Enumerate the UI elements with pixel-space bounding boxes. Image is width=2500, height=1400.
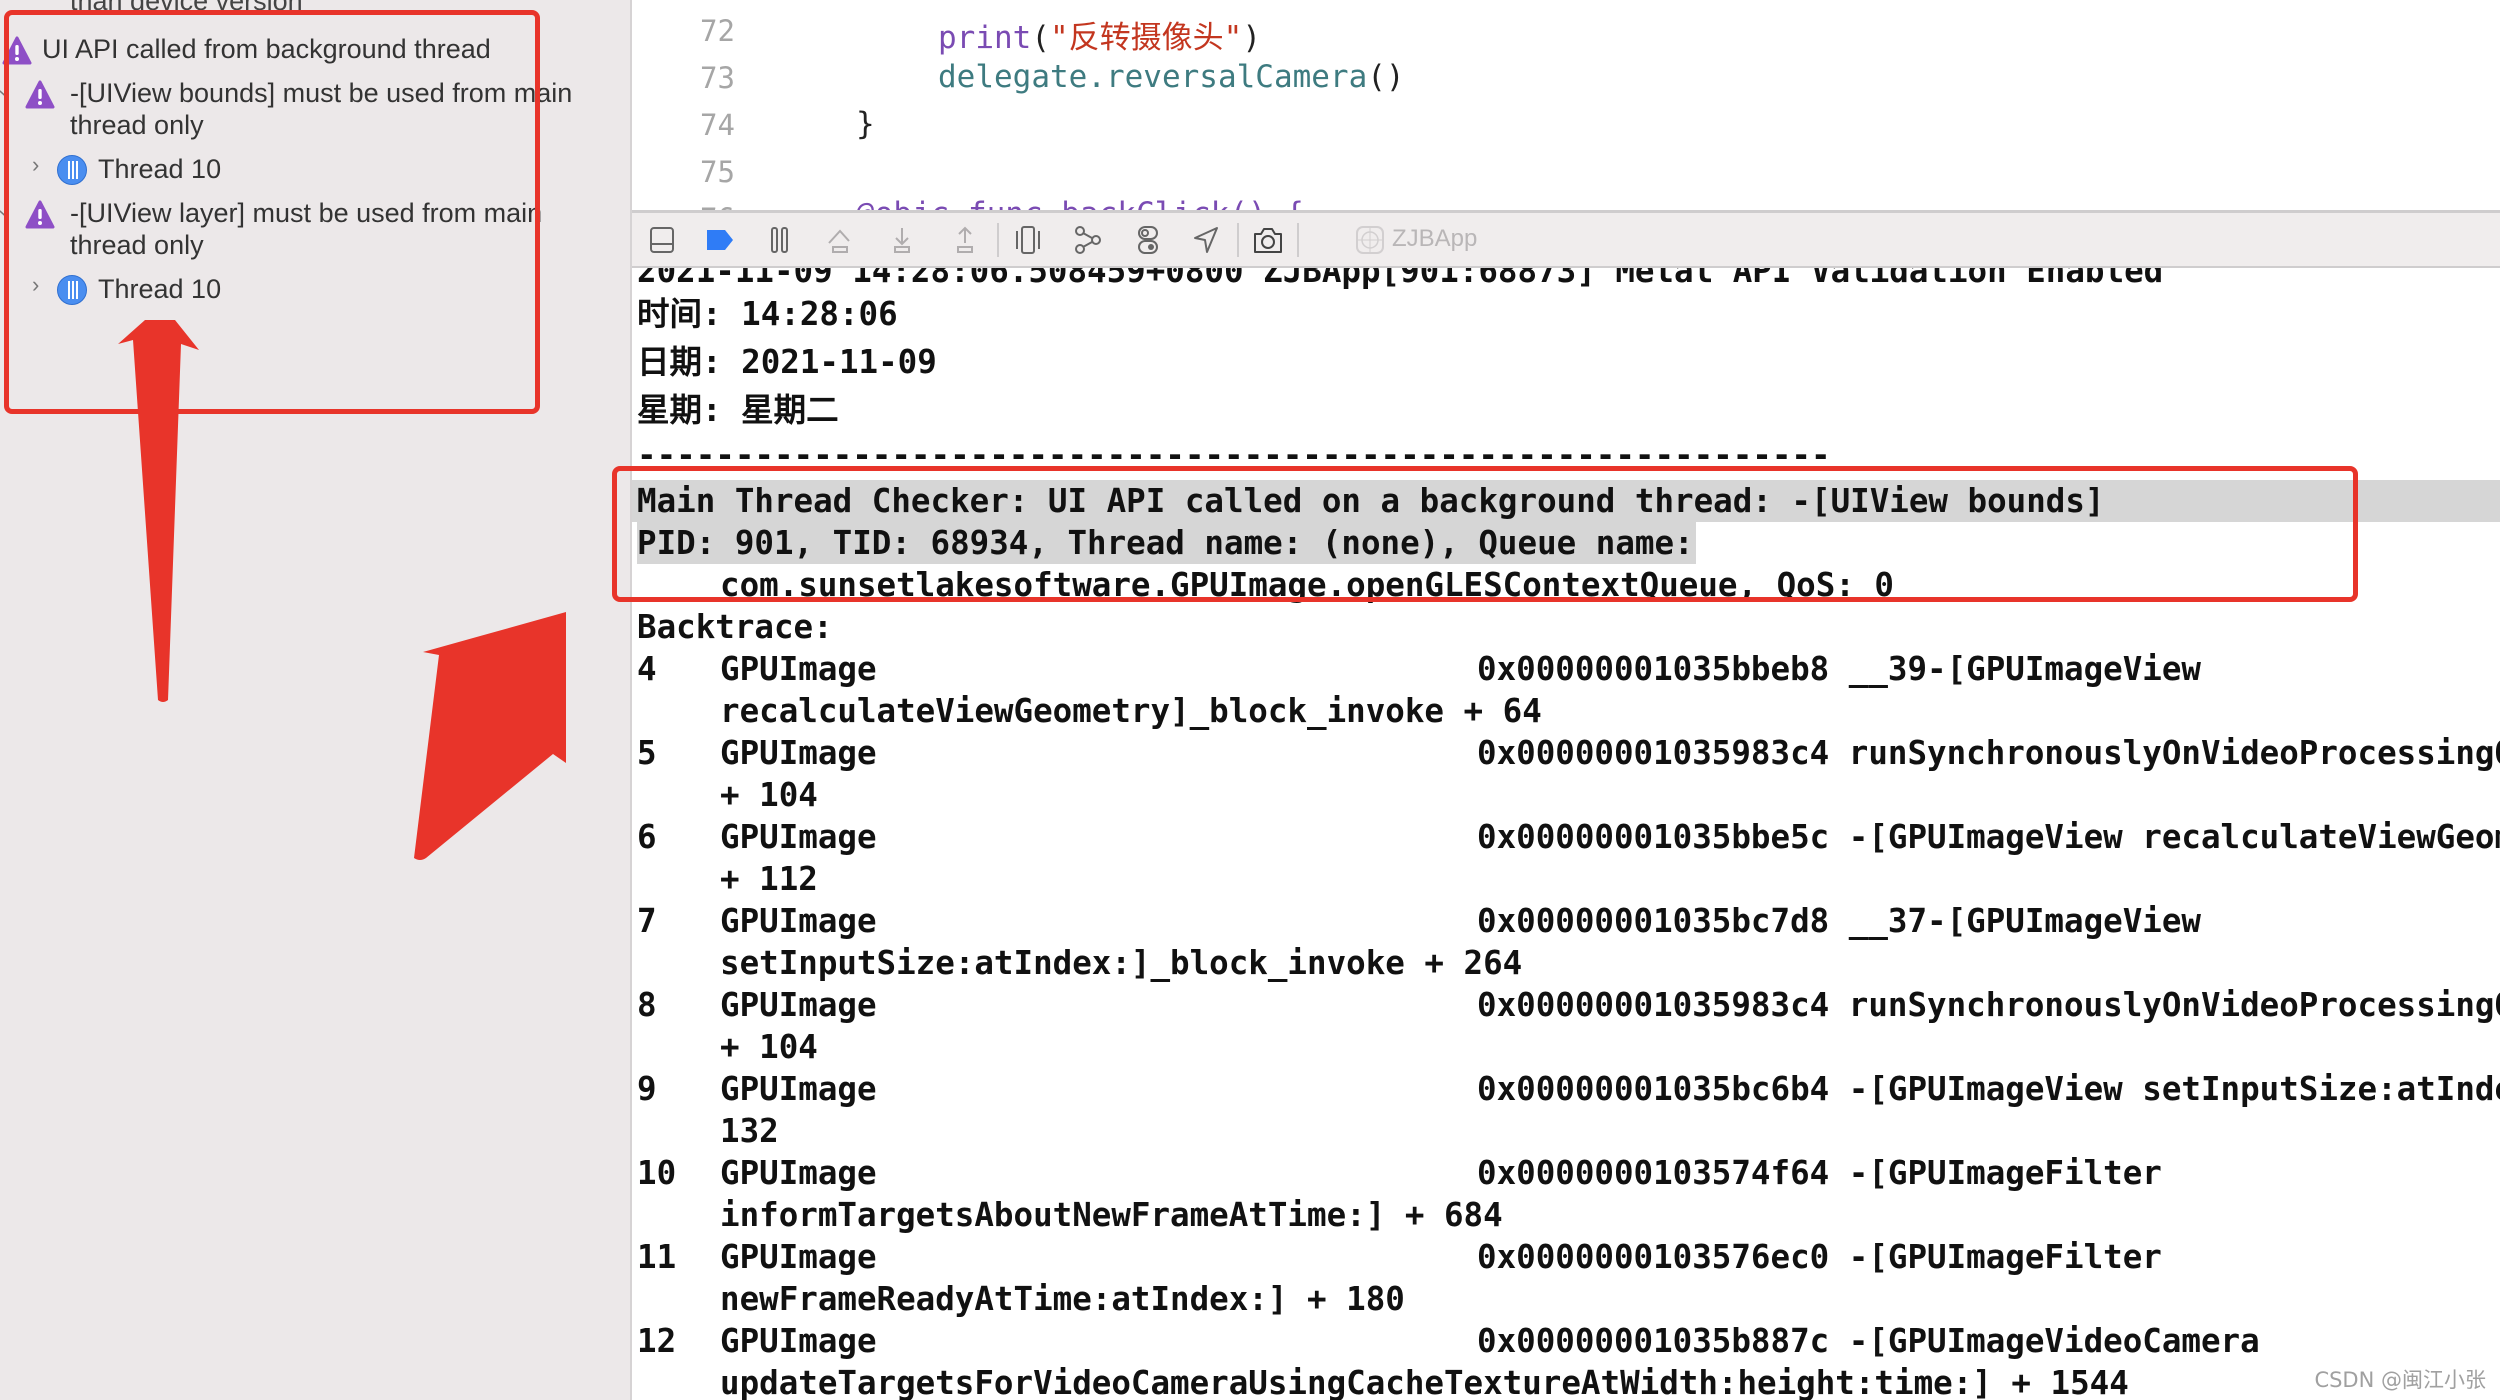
watermark: CSDN @闽江小张 <box>2314 1368 2486 1392</box>
frame-symbol-cont: newFrameReadyAtTime:atIndex:] + 180 <box>720 1280 1405 1318</box>
frame-module: GPUImage <box>720 1154 877 1192</box>
frame-module: GPUImage <box>720 1238 877 1276</box>
toolbar-separator <box>997 223 999 257</box>
breakpoints-toggle-button[interactable] <box>702 223 738 257</box>
frame-module: GPUImage <box>720 902 877 940</box>
annotation-box-sidebar <box>4 10 540 414</box>
simulate-location-button[interactable] <box>1188 223 1224 257</box>
frame-address-symbol: 0x00000001035bc7d8 __37-[GPUImageView <box>1477 902 2201 940</box>
frame-symbol-cont: recalculateViewGeometry]_block_invoke + … <box>720 692 1542 730</box>
console-time-line: 时间: 14:28:06 <box>637 295 898 333</box>
step-into-icon <box>894 228 910 253</box>
line-number: 76 <box>700 202 735 210</box>
environment-overrides-button[interactable] <box>1130 223 1166 257</box>
frame-module: GPUImage <box>720 1070 877 1108</box>
frame-address-symbol: 0x00000001035983c4 runSynchronouslyOnVid… <box>1477 734 2500 772</box>
frame-address-symbol: 0x00000001035bbeb8 __39-[GPUImageView <box>1477 650 2201 688</box>
console-log-line: 2021-11-09 14:28:06.508459+0800 ZJBApp[9… <box>637 268 2164 290</box>
pause-icon <box>771 227 788 253</box>
code-line[interactable]: print("反转摄像头") <box>938 12 1261 57</box>
code-line[interactable]: @objc func backClick() { <box>856 196 1304 210</box>
line-number: 73 <box>700 61 735 95</box>
frame-address-symbol: 0x00000001035b887c -[GPUImageVideoCamera <box>1477 1322 2260 1360</box>
step-over-button[interactable] <box>822 223 858 257</box>
line-number: 75 <box>700 155 735 189</box>
step-out-button[interactable] <box>947 223 983 257</box>
app-target-selector[interactable] <box>1352 223 1388 257</box>
app-icon <box>1356 226 1384 254</box>
app-target-name[interactable]: ZJBApp <box>1392 225 1477 253</box>
annotation-box-console <box>612 466 2358 602</box>
memory-graph-icon <box>1075 226 1101 254</box>
backtrace-label: Backtrace: <box>637 608 833 646</box>
frame-index: 5 <box>637 734 657 772</box>
frame-index: 7 <box>637 902 657 940</box>
frame-symbol-cont: 132 <box>720 1112 779 1150</box>
line-number: 74 <box>700 108 735 142</box>
step-over-icon <box>828 229 850 253</box>
hide-debug-area-button[interactable] <box>644 223 680 257</box>
frame-address-symbol: 0x00000001035983c4 runSynchronouslyOnVid… <box>1477 986 2500 1024</box>
code-token: delegate.reversalCamera <box>938 59 1368 95</box>
debug-bar: ZJBApp <box>632 210 2500 268</box>
debug-view-hierarchy-button[interactable] <box>1010 223 1046 257</box>
code-token: ) <box>1242 20 1262 56</box>
code-token: print <box>938 20 1032 56</box>
frame-symbol-cont: updateTargetsForVideoCameraUsingCacheTex… <box>720 1364 2129 1400</box>
frame-index: 4 <box>637 650 657 688</box>
code-token: ( <box>1031 20 1050 56</box>
panel-icon <box>650 227 674 253</box>
frame-index: 11 <box>637 1238 677 1276</box>
frame-module: GPUImage <box>720 1322 877 1360</box>
location-arrow-icon <box>1194 227 1218 253</box>
step-out-icon <box>957 226 973 253</box>
code-token: () <box>1367 59 1405 95</box>
toggle-icon <box>1138 226 1158 254</box>
code-line[interactable]: delegate.reversalCamera() <box>938 59 1405 95</box>
code-token: " <box>1050 20 1069 56</box>
toolbar-separator <box>1237 223 1239 257</box>
frame-module: GPUImage <box>720 650 877 688</box>
frame-index: 10 <box>637 1154 677 1192</box>
frame-symbol-cont: + 104 <box>720 1028 818 1066</box>
frame-index: 9 <box>637 1070 657 1108</box>
frame-address-symbol: 0x0000000103574f64 -[GPUImageFilter <box>1477 1154 2162 1192</box>
toolbar-separator <box>1297 223 1299 257</box>
console-date-line: 日期: 2021-11-09 <box>637 343 937 381</box>
frame-symbol-cont: + 112 <box>720 860 818 898</box>
view-hierarchy-icon <box>1016 226 1040 254</box>
frame-address-symbol: 0x00000001035bc6b4 -[GPUImageView setInp… <box>1477 1070 2500 1108</box>
frame-address-symbol: 0x00000001035bbe5c -[GPUImageView recalc… <box>1477 818 2500 856</box>
step-into-button[interactable] <box>884 223 920 257</box>
code-token: " <box>1223 20 1243 56</box>
debug-console[interactable]: 2021-11-09 14:28:06.508459+0800 ZJBApp[9… <box>632 268 2500 1400</box>
code-line[interactable]: } <box>856 106 875 142</box>
breakpoint-icon <box>707 230 733 250</box>
frame-symbol-cont: setInputSize:atIndex:]_block_invoke + 26… <box>720 944 1523 982</box>
frame-symbol-cont: + 104 <box>720 776 818 814</box>
frame-symbol-cont: informTargetsAboutNewFrameAtTime:] + 684 <box>720 1196 1503 1234</box>
frame-index: 6 <box>637 818 657 856</box>
camera-icon <box>1254 228 1282 253</box>
frame-module: GPUImage <box>720 986 877 1024</box>
frame-index: 8 <box>637 986 657 1024</box>
code-string: 反转摄像头 <box>1068 20 1224 56</box>
line-number: 72 <box>700 14 735 48</box>
frame-address-symbol: 0x0000000103576ec0 -[GPUImageFilter <box>1477 1238 2162 1276</box>
frame-module: GPUImage <box>720 818 877 856</box>
pause-button[interactable] <box>762 223 798 257</box>
source-editor[interactable]: 72 print("反转摄像头") 73 delegate.reversalCa… <box>632 0 2500 210</box>
console-weekday-line: 星期: 星期二 <box>637 391 839 429</box>
frame-module: GPUImage <box>720 734 877 772</box>
frame-index: 12 <box>637 1322 677 1360</box>
capture-gpu-frame-button[interactable] <box>1250 223 1286 257</box>
memory-graph-button[interactable] <box>1070 223 1106 257</box>
